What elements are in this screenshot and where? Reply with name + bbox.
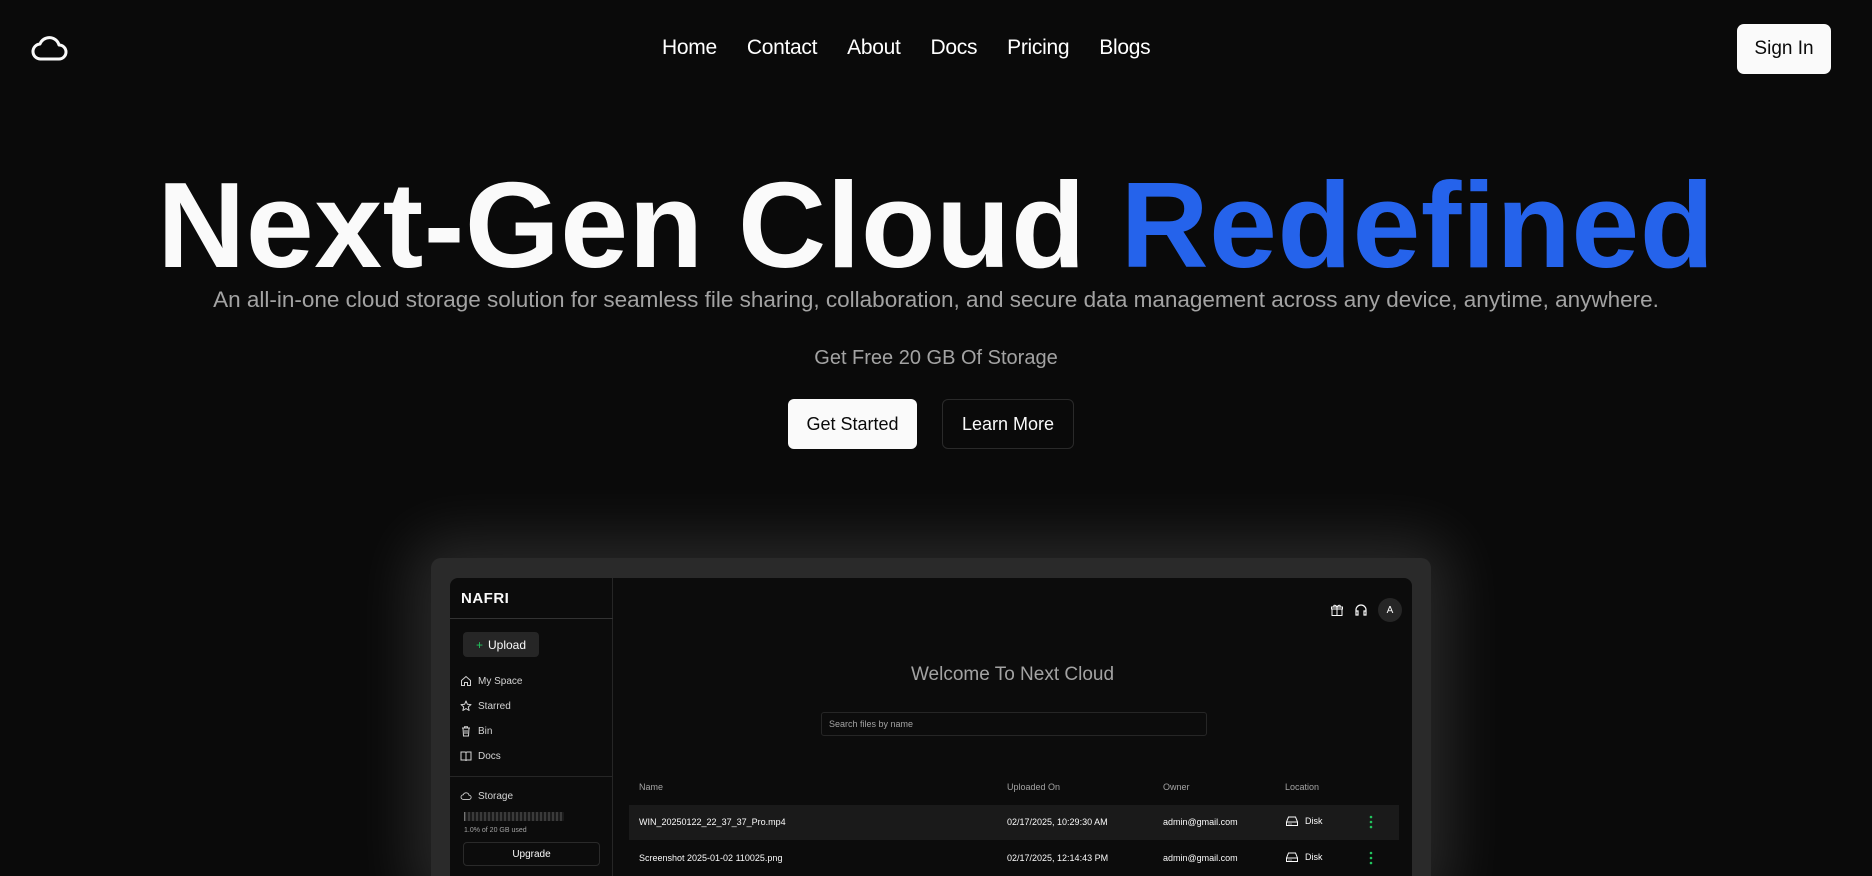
nav-link-about[interactable]: About	[847, 36, 901, 60]
nav-links: Home Contact About Docs Pricing Blogs	[662, 36, 1180, 60]
file-owner: admin@gmail.com	[1163, 817, 1238, 827]
column-header-owner: Owner	[1163, 782, 1190, 792]
table-row[interactable]: Screenshot 2025-01-02 110025.png 02/17/2…	[629, 841, 1399, 876]
star-icon	[460, 700, 472, 711]
location-label: Disk	[1305, 816, 1323, 826]
nav-link-contact[interactable]: Contact	[747, 36, 818, 60]
plus-icon: +	[475, 637, 483, 652]
trash-icon	[462, 726, 470, 737]
sidebar-item-my-space[interactable]: My Space	[460, 675, 522, 687]
sidebar-item-starred[interactable]: Starred	[460, 700, 511, 712]
storage-label: Storage	[478, 790, 514, 802]
sidebar-item-bin[interactable]: Bin	[460, 725, 492, 737]
nav-link-home[interactable]: Home	[662, 36, 717, 60]
hero-title: Next-Gen Cloud Redefined	[0, 160, 1872, 290]
file-location: Disk	[1285, 815, 1323, 827]
file-owner: admin@gmail.com	[1163, 853, 1238, 863]
learn-more-button[interactable]: Learn More	[942, 399, 1074, 449]
storage-progress-bar	[464, 812, 564, 821]
location-label: Disk	[1305, 852, 1323, 862]
divider	[450, 618, 613, 619]
gift-icon[interactable]	[1330, 603, 1344, 617]
headset-icon[interactable]	[1354, 603, 1368, 617]
storage-usage-text: 1.0% of 20 GB used	[464, 827, 527, 834]
disk-icon	[1286, 816, 1298, 826]
column-header-name: Name	[639, 782, 664, 792]
sidebar-item-label: Docs	[478, 750, 501, 762]
column-header-location: Location	[1285, 782, 1320, 792]
nav-link-docs[interactable]: Docs	[931, 36, 978, 60]
top-navbar: Home Contact About Docs Pricing Blogs Si…	[0, 0, 1872, 98]
cloud-icon	[460, 792, 472, 800]
app-sidebar: NAFRI + Upload My Space Starred Bin Docs…	[450, 578, 613, 876]
nav-link-blogs[interactable]: Blogs	[1099, 36, 1150, 60]
nav-link-pricing[interactable]: Pricing	[1007, 36, 1069, 60]
sidebar-item-docs[interactable]: Docs	[460, 750, 501, 762]
disk-icon	[1286, 852, 1298, 862]
sidebar-item-label: My Space	[478, 675, 523, 687]
upload-date: 02/17/2025, 10:29:30 AM	[1007, 817, 1108, 827]
app-preview: NAFRI + Upload My Space Starred Bin Docs…	[450, 578, 1412, 876]
home-icon	[461, 675, 471, 686]
upload-button[interactable]: + Upload	[463, 632, 539, 657]
upload-date: 02/17/2025, 12:14:43 PM	[1007, 853, 1109, 863]
book-icon	[460, 751, 472, 762]
table-row[interactable]: WIN_20250122_22_37_37_Pro.mp4 02/17/2025…	[629, 805, 1399, 840]
header-actions: A	[1330, 598, 1402, 622]
upload-label: Upload	[487, 637, 527, 652]
cloud-icon[interactable]	[30, 33, 70, 63]
upgrade-button[interactable]: Upgrade	[463, 842, 600, 866]
storage-section: Storage	[460, 790, 513, 802]
hero-title-main: Next-Gen Cloud	[157, 157, 1087, 293]
hero-subtitle: An all-in-one cloud storage solution for…	[213, 287, 1659, 312]
search-input[interactable]	[821, 712, 1207, 736]
sidebar-item-label: Starred	[478, 700, 511, 712]
get-started-button[interactable]: Get Started	[788, 399, 917, 449]
free-storage-text: Get Free 20 GB Of Storage	[814, 347, 1058, 369]
column-header-uploaded: Uploaded On	[1007, 782, 1061, 792]
more-options-icon[interactable]	[1366, 814, 1376, 830]
divider	[450, 776, 613, 777]
sign-in-button[interactable]: Sign In	[1737, 24, 1831, 74]
app-main: A Welcome To Next Cloud Name Uploaded On…	[613, 578, 1412, 876]
file-name: Screenshot 2025-01-02 110025.png	[639, 853, 783, 863]
more-options-icon[interactable]	[1366, 850, 1376, 866]
file-name: WIN_20250122_22_37_37_Pro.mp4	[639, 817, 786, 827]
storage-progress-fill	[464, 812, 465, 821]
hero-title-accent: Redefined	[1120, 157, 1715, 293]
sidebar-item-label: Bin	[478, 725, 493, 737]
welcome-heading: Welcome To Next Cloud	[910, 664, 1115, 685]
app-brand: NAFRI	[461, 590, 510, 607]
file-location: Disk	[1285, 851, 1323, 863]
avatar[interactable]: A	[1378, 598, 1402, 622]
